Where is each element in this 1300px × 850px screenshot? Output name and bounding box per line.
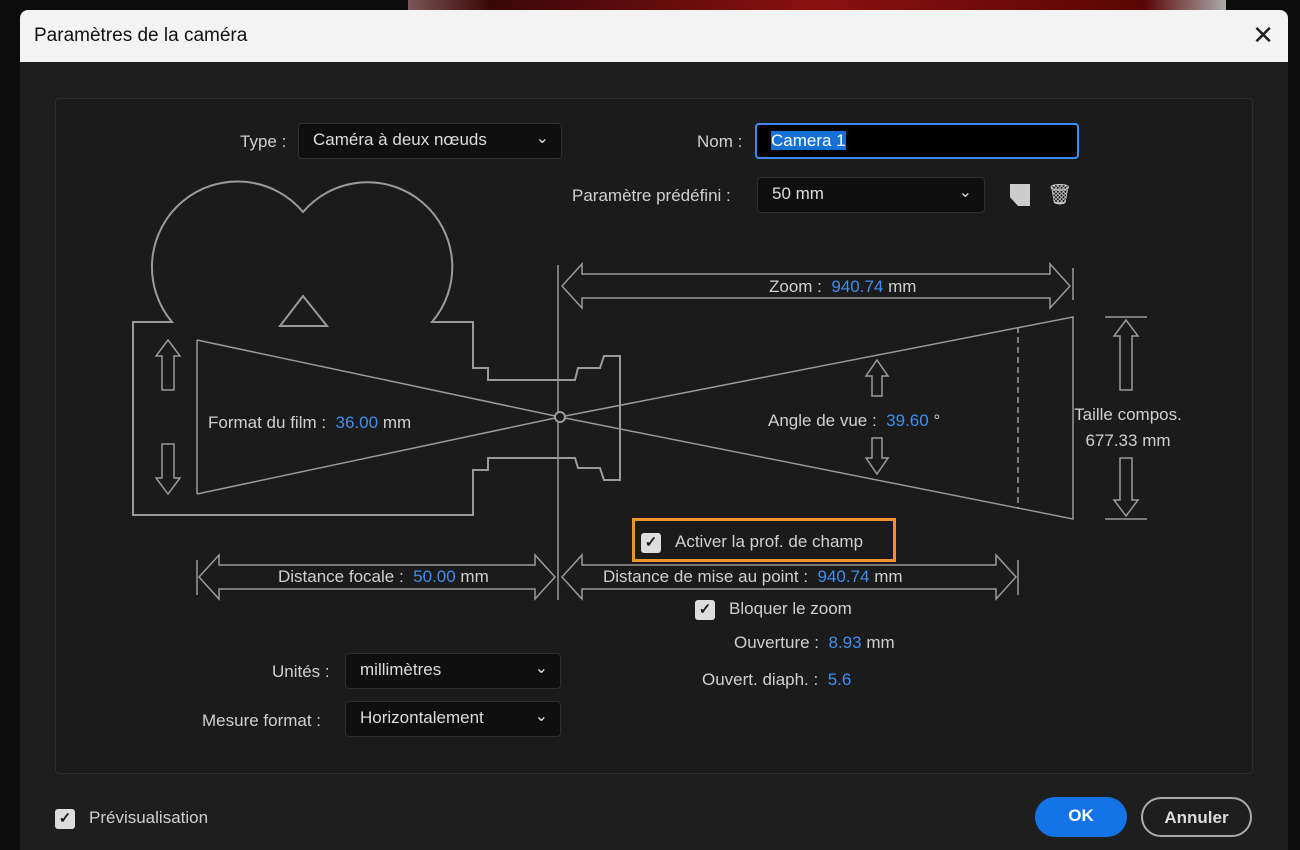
trash-icon[interactable]: 🗑 [1047, 182, 1072, 207]
type-label: Type : [240, 132, 287, 151]
measure-dropdown[interactable]: Horizontalement ⌄ [345, 701, 561, 737]
fstop-readout: Ouvert. diaph. : 5.6 [702, 670, 851, 690]
nodal-point [554, 411, 566, 423]
zoom-value[interactable]: 940.74 [831, 277, 883, 296]
checkbox-checked-icon: ✓ [55, 808, 75, 829]
comp-down-arrow [1105, 457, 1147, 520]
focal-readout: Distance focale : 50.00 mm [278, 567, 489, 587]
name-input[interactable]: Camera 1 [755, 123, 1079, 159]
camera-body-outline [132, 180, 621, 516]
aperture-label: Ouverture : [734, 633, 820, 652]
angle-label: Angle de vue : [768, 411, 877, 430]
chevron-down-icon: ⌄ [534, 660, 548, 677]
film-value[interactable]: 36.00 [336, 413, 379, 432]
chevron-down-icon: ⌄ [535, 130, 549, 147]
units-value: millimètres [360, 660, 442, 679]
film-label: Format du film : [208, 413, 327, 432]
focal-label: Distance focale : [278, 567, 404, 586]
aperture-unit: mm [866, 633, 895, 652]
comp-up-arrow [1105, 316, 1147, 391]
type-value: Caméra à deux nœuds [313, 130, 487, 149]
film-up-arrow [154, 338, 182, 391]
chevron-down-icon: ⌄ [534, 708, 548, 725]
film-unit: mm [382, 413, 412, 432]
fstop-label: Ouvert. diaph. : [702, 670, 819, 689]
type-dropdown[interactable]: Caméra à deux nœuds ⌄ [298, 123, 562, 159]
aperture-value[interactable]: 8.93 [829, 633, 862, 652]
comp-label: Taille compos. [1074, 405, 1182, 424]
focus-unit: mm [874, 567, 903, 586]
preset-value: 50 mm [772, 184, 824, 203]
name-label: Nom : [697, 132, 743, 151]
focal-unit: mm [460, 567, 489, 586]
preset-label: Paramètre prédéfini : [572, 186, 731, 205]
focus-readout: Distance de mise au point : 940.74 mm [603, 567, 903, 587]
dof-label: Activer la prof. de champ [675, 532, 864, 551]
zoom-readout: Zoom : 940.74 mm [769, 277, 916, 297]
lock-zoom-checkbox[interactable]: ✓ Bloquer le zoom [695, 599, 852, 620]
cancel-button[interactable]: Annuler [1141, 797, 1252, 837]
film-readout: Format du film : 36.00 mm [208, 413, 411, 433]
name-value: Camera 1 [771, 131, 846, 150]
dof-checkbox[interactable]: ✓ Activer la prof. de champ [641, 532, 863, 553]
measure-value: Horizontalement [360, 708, 484, 727]
units-label: Unités : [272, 662, 330, 681]
comp-size-readout: Taille compos. 677.33 mm [1066, 402, 1190, 454]
checkbox-checked-icon: ✓ [695, 599, 715, 620]
angle-up-arrow [864, 358, 890, 397]
focus-label: Distance de mise au point : [603, 567, 809, 586]
film-down-arrow [154, 443, 182, 496]
measure-label: Mesure format : [202, 711, 322, 730]
chevron-down-icon: ⌄ [958, 184, 972, 201]
angle-down-arrow [864, 437, 890, 476]
lock-zoom-label: Bloquer le zoom [729, 599, 852, 618]
preview-checkbox[interactable]: ✓ Prévisualisation [55, 808, 208, 829]
ok-button[interactable]: OK [1035, 797, 1127, 837]
preview-label: Prévisualisation [89, 808, 209, 827]
preset-dropdown[interactable]: 50 mm ⌄ [757, 177, 985, 213]
comp-value: 677.33 mm [1085, 431, 1171, 450]
fstop-value[interactable]: 5.6 [828, 670, 852, 689]
viewfinder-triangle [277, 294, 330, 327]
zoom-unit: mm [888, 277, 917, 296]
angle-unit: ° [933, 411, 941, 430]
zoom-label: Zoom : [769, 277, 822, 296]
angle-value[interactable]: 39.60 [886, 411, 929, 430]
aperture-readout: Ouverture : 8.93 mm [734, 633, 895, 653]
units-dropdown[interactable]: millimètres ⌄ [345, 653, 561, 689]
focal-value[interactable]: 50.00 [413, 567, 456, 586]
checkbox-checked-icon: ✓ [641, 532, 661, 553]
angle-readout: Angle de vue : 39.60 ° [768, 411, 940, 431]
focus-value[interactable]: 940.74 [818, 567, 870, 586]
